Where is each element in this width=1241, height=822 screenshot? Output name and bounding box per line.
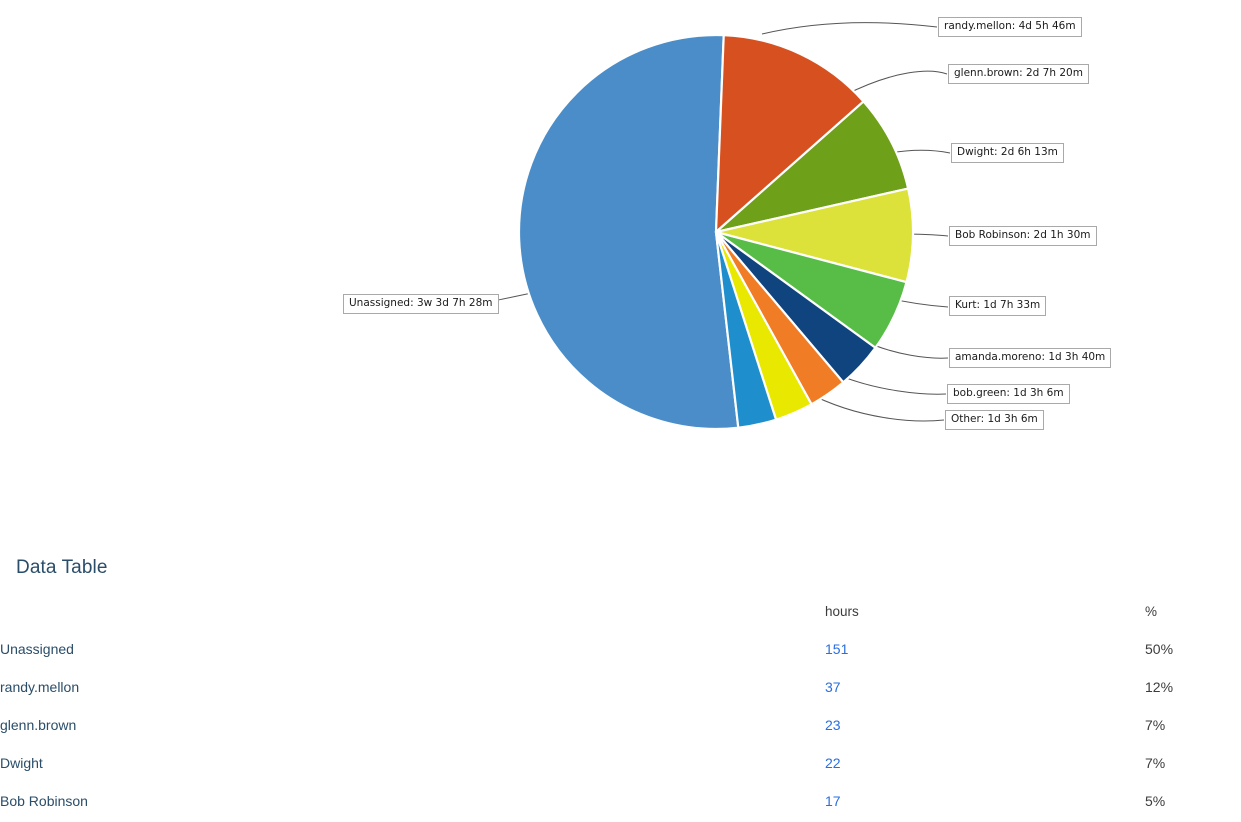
table-header-row: hours % [0,592,1241,630]
callout-glenn-brown: glenn.brown: 2d 7h 20m [948,64,1089,84]
callout-text: Dwight: 2d 6h 13m [957,146,1058,158]
cell-name: glenn.brown [0,717,77,733]
callout-text: Kurt: 1d 7h 33m [955,299,1041,311]
data-table-title: Data Table [16,557,108,578]
callout-text: Bob Robinson: 2d 1h 30m [955,229,1091,241]
cell-hours[interactable]: 37 [825,668,1145,706]
callout-unassigned: Unassigned: 3w 3d 7h 28m [343,294,499,314]
cell-percent: 50% [1145,641,1174,657]
callout-text: glenn.brown: 2d 7h 20m [954,67,1083,79]
table-row: randy.mellon 37 12% [0,668,1241,706]
cell-hours[interactable]: 151 [825,630,1145,668]
column-header-hours[interactable]: hours [825,592,1145,630]
cell-name: Unassigned [0,641,74,657]
column-header-percent[interactable]: % [1145,592,1241,630]
pie-chart-area: randy.mellon: 4d 5h 46m glenn.brown: 2d … [0,0,1241,520]
callout-text: Unassigned: 3w 3d 7h 28m [349,297,493,309]
leader-line-glenn-brown [844,70,948,96]
cell-hours[interactable]: 22 [825,744,1145,782]
table-row: glenn.brown 23 7% [0,706,1241,744]
callout-randy-mellon: randy.mellon: 4d 5h 46m [938,17,1082,37]
data-table: hours % Unassigned 151 50% randy.mellon 37 12… [0,592,1241,820]
cell-name: Bob Robinson [0,793,88,809]
pie-slices-group [517,33,915,431]
cell-percent: 5% [1145,793,1166,809]
callout-text: randy.mellon: 4d 5h 46m [944,20,1076,32]
pie-slice-unassigned[interactable] [517,33,740,431]
callout-bob-robinson: Bob Robinson: 2d 1h 30m [949,226,1097,246]
table-row: Dwight 22 7% [0,744,1241,782]
leader-line-randy-mellon [761,22,938,35]
callout-kurt: Kurt: 1d 7h 33m [949,296,1047,316]
callout-text: amanda.moreno: 1d 3h 40m [955,351,1106,363]
callout-bob-green: bob.green: 1d 3h 6m [947,384,1070,404]
callout-dwight: Dwight: 2d 6h 13m [951,143,1064,163]
table-row: Unassigned 151 50% [0,630,1241,668]
callout-other: Other: 1d 3h 6m [945,410,1044,430]
callout-amanda-moreno: amanda.moreno: 1d 3h 40m [949,348,1112,368]
table-row: Bob Robinson 17 5% [0,782,1241,820]
column-header-name[interactable] [0,592,825,630]
cell-percent: 7% [1145,755,1166,771]
cell-hours[interactable]: 17 [825,782,1145,820]
cell-percent: 12% [1145,679,1174,695]
cell-percent: 7% [1145,717,1166,733]
cell-name: randy.mellon [0,679,80,695]
leader-line-other [805,391,945,422]
cell-name: Dwight [0,755,43,771]
callout-text: bob.green: 1d 3h 6m [953,387,1064,399]
table-body: Unassigned 151 50% randy.mellon 37 12% glenn.b… [0,630,1241,820]
callout-text: Other: 1d 3h 6m [951,413,1038,425]
table-header: hours % [0,592,1241,630]
cell-hours[interactable]: 23 [825,706,1145,744]
